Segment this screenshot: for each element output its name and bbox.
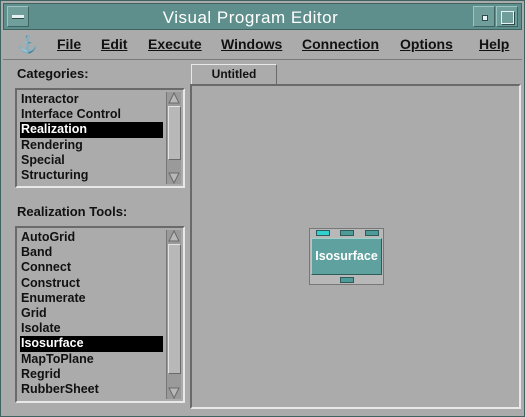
module-input-port[interactable] xyxy=(365,230,379,236)
category-item-selected[interactable]: Realization xyxy=(20,122,163,138)
minimize-icon xyxy=(482,15,488,21)
menu-windows[interactable]: Windows xyxy=(221,36,282,52)
menu-execute[interactable]: Execute xyxy=(148,36,202,52)
tool-item[interactable]: Enumerate xyxy=(20,291,163,306)
categories-scrollbar[interactable] xyxy=(166,92,181,184)
category-item[interactable]: Interactor xyxy=(20,92,163,107)
menu-connection-label: Connection xyxy=(302,36,379,52)
menu-file-label: File xyxy=(57,36,82,52)
scroll-up-arrow-icon[interactable] xyxy=(168,92,180,104)
menu-options-label: Options xyxy=(400,36,453,52)
tool-item-selected[interactable]: Isosurface xyxy=(20,336,163,352)
scroll-down-arrow-icon[interactable] xyxy=(168,387,180,399)
window-title: Visual Program Editor xyxy=(162,8,339,27)
window-menu-icon xyxy=(12,15,24,19)
menu-help-label: Help xyxy=(479,36,510,52)
category-item[interactable]: Interface Control xyxy=(20,107,163,122)
tools-list[interactable]: AutoGrid Band Connect Construct Enumerat… xyxy=(15,226,185,403)
tools-items: AutoGrid Band Connect Construct Enumerat… xyxy=(20,230,163,397)
categories-list[interactable]: Interactor Interface Control Realization… xyxy=(15,88,185,188)
menu-file[interactable]: File xyxy=(57,36,81,52)
tools-label: Realization Tools: xyxy=(17,204,128,219)
tool-item[interactable]: Grid xyxy=(20,306,163,321)
tool-item[interactable]: Band xyxy=(20,245,163,260)
menu-options[interactable]: Options xyxy=(400,36,453,52)
tools-scroll-thumb[interactable] xyxy=(168,244,181,374)
category-item[interactable]: Structuring xyxy=(20,168,163,183)
anchor-icon[interactable]: ⚓ xyxy=(17,35,38,55)
minimize-button[interactable] xyxy=(473,6,495,27)
tool-item[interactable]: Connect xyxy=(20,260,163,275)
scroll-up-arrow-icon[interactable] xyxy=(168,230,180,242)
tool-item[interactable]: AutoGrid xyxy=(20,230,163,245)
tools-scrollbar[interactable] xyxy=(166,230,181,399)
category-item[interactable]: Special xyxy=(20,153,163,168)
categories-scroll-thumb[interactable] xyxy=(168,106,181,160)
module-input-port[interactable] xyxy=(316,230,330,236)
title-bar[interactable]: Visual Program Editor xyxy=(3,3,522,30)
menu-windows-label: Windows xyxy=(221,36,283,52)
categories-label: Categories: xyxy=(17,66,89,81)
visual-program-editor-window: Visual Program Editor ⚓ File Edit Execut… xyxy=(0,0,525,417)
tool-item[interactable]: MapToPlane xyxy=(20,352,163,367)
menu-edit-label: Edit xyxy=(101,36,128,52)
menu-edit[interactable]: Edit xyxy=(101,36,127,52)
module-input-port[interactable] xyxy=(340,230,354,236)
tool-item[interactable]: Construct xyxy=(20,276,163,291)
maximize-icon xyxy=(501,11,514,24)
categories-items: Interactor Interface Control Realization… xyxy=(20,92,163,183)
module-output-port[interactable] xyxy=(340,277,354,283)
tab-untitled[interactable]: Untitled xyxy=(191,64,277,85)
window-menu-button[interactable] xyxy=(7,6,29,27)
tool-item[interactable]: Regrid xyxy=(20,367,163,382)
isosurface-module[interactable]: Isosurface xyxy=(309,228,384,285)
menu-connection[interactable]: Connection xyxy=(302,36,379,52)
menu-help[interactable]: Help xyxy=(479,36,509,52)
tool-item[interactable]: Isolate xyxy=(20,321,163,336)
tool-item[interactable]: RubberSheet xyxy=(20,382,163,397)
category-item[interactable]: Rendering xyxy=(20,138,163,153)
menu-bar: ⚓ File Edit Execute Windows Connection O… xyxy=(3,30,522,60)
module-label: Isosurface xyxy=(311,238,382,275)
scroll-down-arrow-icon[interactable] xyxy=(168,172,180,184)
menu-execute-label: Execute xyxy=(148,36,202,52)
maximize-button[interactable] xyxy=(496,6,518,27)
